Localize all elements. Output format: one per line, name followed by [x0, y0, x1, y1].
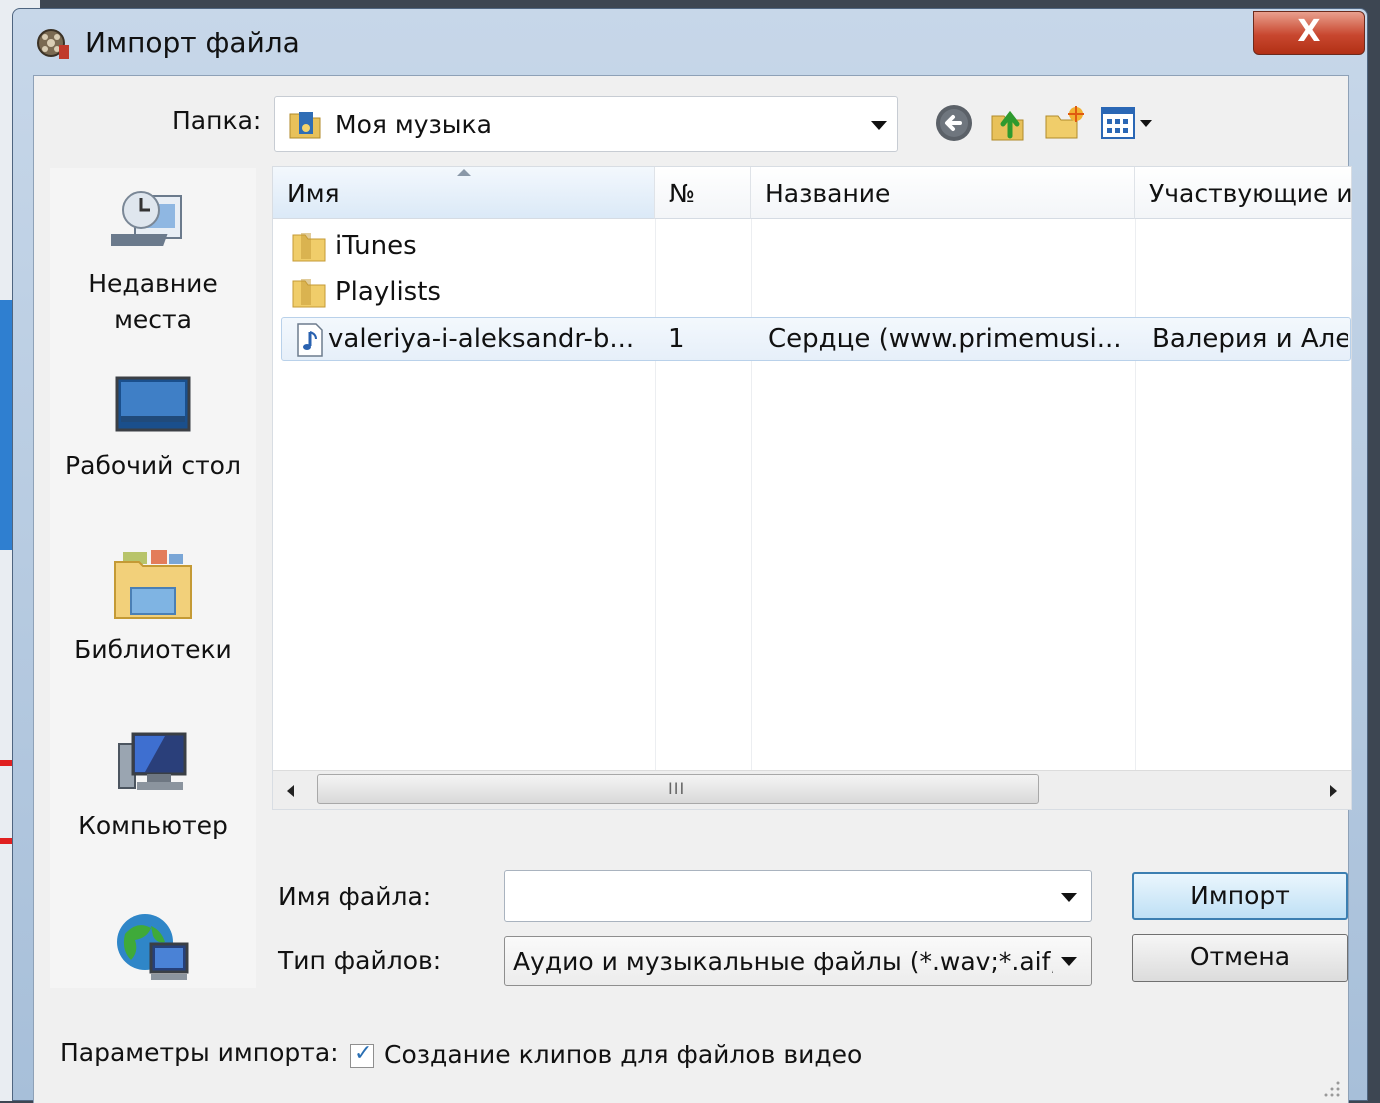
sort-ascending-icon [457, 169, 471, 176]
chevron-down-icon[interactable] [1061, 957, 1077, 966]
place-label: Компьютер [78, 811, 228, 840]
dialog-title: Импорт файла [85, 26, 300, 59]
file-row[interactable]: iTunes [281, 225, 1351, 269]
music-folder-icon [289, 112, 321, 139]
place-label: Рабочий стол [65, 451, 241, 480]
filetype-value: Аудио и музыкальные файлы (*.wav;*.aif;*… [513, 947, 1053, 976]
folder-icon [292, 279, 326, 308]
recent-places-icon [111, 191, 182, 246]
filetype-label: Тип файлов: [278, 946, 442, 975]
column-header-artists[interactable]: Участвующие и [1135, 167, 1351, 219]
column-header-number[interactable]: № [655, 167, 751, 219]
file-list[interactable]: Имя № Название Участвующие и iTunes Play… [272, 166, 1352, 810]
file-name: valeriya-i-aleksandr-b... [328, 324, 635, 354]
close-button[interactable]: X [1253, 11, 1365, 55]
resize-grip-icon[interactable] [1322, 1079, 1342, 1099]
up-folder-icon[interactable] [986, 102, 1030, 144]
create-clips-checkbox[interactable]: ✓ [350, 1041, 374, 1068]
file-name: Playlists [335, 277, 441, 307]
place-desktop[interactable]: Рабочий стол [50, 372, 256, 484]
libraries-icon [114, 550, 192, 619]
scrollbar-grip: III [668, 779, 686, 798]
file-number: 1 [668, 324, 685, 354]
view-menu-icon[interactable] [1098, 102, 1160, 144]
horizontal-scrollbar[interactable]: III [273, 770, 1351, 809]
place-label: Библиотеки [74, 635, 232, 664]
chevron-down-icon[interactable] [1061, 893, 1077, 902]
computer-icon [118, 732, 187, 790]
folder-label: Папка: [172, 106, 262, 135]
place-libraries[interactable]: Библиотеки [50, 548, 256, 668]
dialog-body: Папка: Моя музыка Недавние места Рабочий… [33, 75, 1352, 1103]
filetype-select[interactable]: Аудио и музыкальные файлы (*.wav;*.aif;*… [504, 936, 1092, 986]
file-name: iTunes [335, 231, 417, 261]
import-options-label: Параметры импорта: [60, 1038, 339, 1067]
scrollbar-thumb[interactable]: III [317, 774, 1039, 804]
scroll-left-icon[interactable] [287, 785, 294, 797]
file-row[interactable]: Playlists [281, 271, 1351, 315]
place-label: Недавние места [88, 269, 218, 334]
cancel-button[interactable]: Отмена [1132, 934, 1348, 982]
column-header-label: № [669, 179, 696, 208]
places-bar: Недавние места Рабочий стол Библиотеки К… [50, 168, 256, 988]
network-icon [117, 914, 189, 980]
chevron-down-icon[interactable] [871, 121, 887, 130]
filename-input[interactable] [504, 870, 1092, 922]
place-network[interactable] [50, 904, 256, 994]
column-header-label: Имя [287, 179, 340, 208]
place-computer[interactable]: Компьютер [50, 728, 256, 844]
create-clips-label[interactable]: Создание клипов для файлов видео [384, 1040, 862, 1069]
file-artists: Валерия и Алек [1152, 324, 1348, 354]
folder-combobox[interactable]: Моя музыка [274, 96, 898, 152]
scroll-right-icon[interactable] [1330, 785, 1337, 797]
column-header-label: Участвующие и [1149, 179, 1352, 208]
audio-file-icon [297, 323, 323, 357]
app-icon [37, 29, 69, 59]
back-icon[interactable] [932, 102, 976, 144]
column-header-title[interactable]: Название [751, 167, 1135, 219]
folder-value: Моя музыка [335, 110, 492, 139]
folder-icon [292, 233, 326, 262]
file-title: Сердце (www.primemusi... [768, 324, 1122, 354]
new-folder-icon[interactable] [1042, 102, 1086, 144]
file-row-selected[interactable]: valeriya-i-aleksandr-b... 1 Сердце (www.… [281, 317, 1351, 361]
checkmark-icon: ✓ [354, 1041, 373, 1066]
import-file-dialog: Импорт файла X Папка: Моя музыка Недавни… [12, 8, 1368, 1103]
column-header-name[interactable]: Имя [273, 167, 655, 219]
column-header-label: Название [765, 179, 891, 208]
import-button[interactable]: Импорт [1132, 872, 1348, 920]
filename-label: Имя файла: [278, 882, 432, 911]
title-bar[interactable]: Импорт файла X [13, 9, 1367, 75]
place-recent[interactable]: Недавние места [50, 186, 256, 338]
desktop-icon [115, 376, 191, 432]
